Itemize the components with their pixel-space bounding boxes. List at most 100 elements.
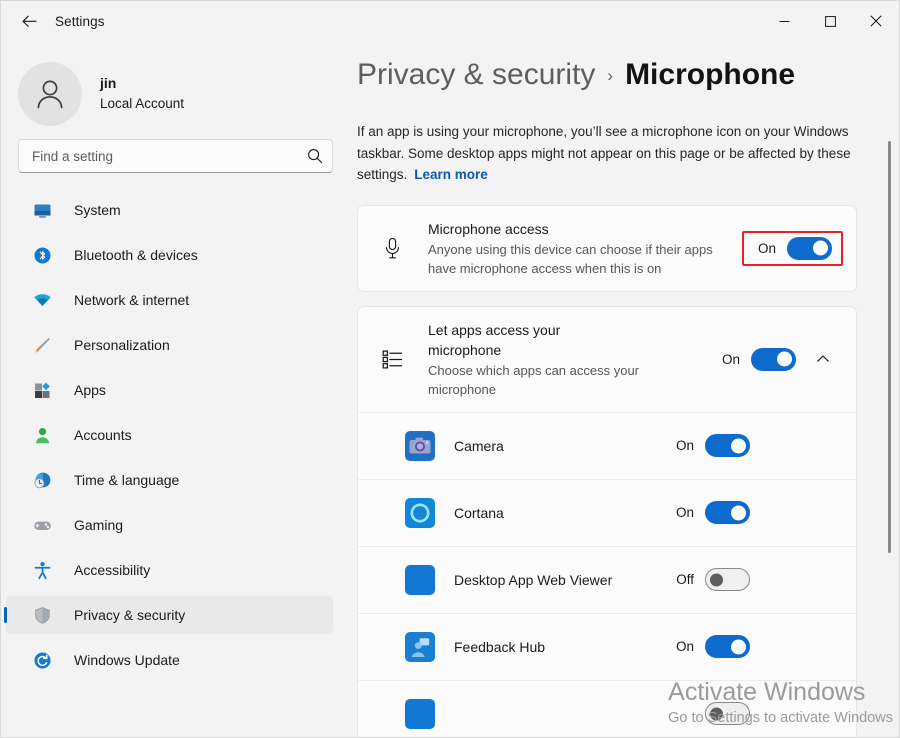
microphone-access-control-highlight: On (742, 231, 843, 266)
let-apps-access-row[interactable]: Let apps access your microphone Choose w… (358, 307, 856, 412)
app-toggle-camera[interactable] (705, 434, 750, 457)
maximize-icon (825, 16, 836, 27)
app-state: On (674, 438, 694, 453)
search-input[interactable] (32, 149, 307, 164)
sidebar-nav: System Bluetooth & devices (1, 191, 349, 679)
sidebar-item-time-language[interactable]: Time & language (6, 461, 333, 499)
app-control: Off (674, 568, 750, 591)
app-control: On (674, 635, 750, 658)
person-avatar-icon (30, 74, 70, 114)
sidebar-item-gaming[interactable]: Gaming (6, 506, 333, 544)
let-apps-access-state: On (720, 352, 740, 367)
minimize-icon (779, 16, 790, 27)
microphone-access-subtitle: Anyone using this device can choose if t… (428, 240, 728, 278)
app-state: Off (674, 572, 694, 587)
sidebar-item-label: Personalization (74, 337, 170, 353)
sidebar-item-label: Accessibility (74, 562, 150, 578)
app-list-icon (378, 349, 406, 370)
page-title: Microphone (625, 55, 795, 95)
title-bar: Settings (1, 1, 899, 41)
clock-globe-icon (32, 470, 52, 490)
sidebar-item-bluetooth-devices[interactable]: Bluetooth & devices (6, 236, 333, 274)
microphone-access-toggle[interactable] (787, 237, 832, 260)
sidebar-item-system[interactable]: System (6, 191, 333, 229)
sidebar-item-label: Time & language (74, 472, 179, 488)
let-apps-access-toggle[interactable] (751, 348, 796, 371)
toggle-knob (777, 352, 792, 367)
app-toggle-partial[interactable] (705, 702, 750, 725)
app-control (674, 702, 750, 725)
main-scrollbar[interactable] (884, 41, 895, 737)
search-box[interactable] (18, 139, 333, 173)
sidebar-item-label: Accounts (74, 427, 132, 443)
app-row-desktop-app-web-viewer[interactable]: Desktop App Web Viewer Off (358, 546, 856, 613)
close-button[interactable] (853, 1, 899, 41)
sidebar-item-accessibility[interactable]: Accessibility (6, 551, 333, 589)
scrollbar-thumb[interactable] (888, 141, 891, 553)
window-controls (761, 1, 899, 41)
microphone-icon (378, 237, 406, 260)
microphone-access-title: Microphone access (428, 219, 732, 239)
breadcrumb-separator-icon: › (607, 56, 613, 96)
desktop-web-app-icon (405, 565, 435, 595)
person-icon (32, 425, 52, 445)
breadcrumb: Privacy & security › Microphone (357, 55, 857, 99)
sidebar-item-windows-update[interactable]: Windows Update (6, 641, 333, 679)
cortana-app-icon (405, 498, 435, 528)
main-inner: Privacy & security › Microphone If an ap… (349, 41, 899, 737)
apps-grid-icon (32, 380, 52, 400)
app-toggle-feedback-hub[interactable] (705, 635, 750, 658)
let-apps-access-title: Let apps access your microphone (428, 320, 603, 360)
sidebar-item-network-internet[interactable]: Network & internet (6, 281, 333, 319)
app-row-partial[interactable] (358, 680, 856, 738)
app-row-feedback-hub[interactable]: Feedback Hub On (358, 613, 856, 680)
app-icon-partial (405, 699, 435, 729)
app-name: Feedback Hub (454, 637, 664, 657)
breadcrumb-parent[interactable]: Privacy & security (357, 55, 595, 95)
microphone-access-card: Microphone access Anyone using this devi… (357, 205, 857, 292)
app-control: On (674, 501, 750, 524)
minimize-button[interactable] (761, 1, 807, 41)
learn-more-link[interactable]: Learn more (414, 167, 488, 182)
toggle-knob (731, 639, 746, 654)
chevron-up-icon[interactable] (808, 344, 838, 374)
app-state: On (674, 505, 694, 520)
update-refresh-icon (32, 650, 52, 670)
sidebar-item-label: Gaming (74, 517, 123, 533)
sidebar-item-personalization[interactable]: Personalization (6, 326, 333, 364)
let-apps-access-text: Let apps access your microphone Choose w… (428, 320, 710, 399)
monitor-icon (32, 200, 52, 220)
wifi-icon (32, 290, 52, 310)
camera-app-icon (405, 431, 435, 461)
app-row-cortana[interactable]: Cortana On (358, 479, 856, 546)
settings-window: Settings (0, 0, 900, 738)
app-toggle-desktop-app-web-viewer[interactable] (705, 568, 750, 591)
app-state: On (674, 639, 694, 654)
microphone-access-text: Microphone access Anyone using this devi… (428, 219, 732, 278)
back-button[interactable] (11, 5, 47, 37)
sidebar-item-label: System (74, 202, 121, 218)
feedback-hub-app-icon (405, 632, 435, 662)
toggle-knob (731, 505, 746, 520)
account-meta: jin Local Account (100, 74, 184, 113)
sidebar-item-privacy-security[interactable]: Privacy & security (6, 596, 333, 634)
toggle-knob (710, 707, 723, 720)
sidebar-item-label: Apps (74, 382, 106, 398)
microphone-access-state: On (756, 241, 776, 256)
app-toggle-cortana[interactable] (705, 501, 750, 524)
account-type: Local Account (100, 94, 184, 113)
shield-icon (32, 605, 52, 625)
gamepad-icon (32, 515, 52, 535)
window-body: jin Local Account (1, 41, 899, 737)
sidebar-item-accounts[interactable]: Accounts (6, 416, 333, 454)
app-name: Cortana (454, 503, 664, 523)
app-row-camera[interactable]: Camera On (358, 412, 856, 479)
microphone-access-row[interactable]: Microphone access Anyone using this devi… (358, 206, 856, 291)
account-block[interactable]: jin Local Account (1, 41, 349, 133)
search-icon[interactable] (307, 148, 323, 164)
main-content: Privacy & security › Microphone If an ap… (349, 41, 899, 737)
maximize-button[interactable] (807, 1, 853, 41)
sidebar-item-apps[interactable]: Apps (6, 371, 333, 409)
toggle-knob (813, 241, 828, 256)
bluetooth-icon (32, 245, 52, 265)
